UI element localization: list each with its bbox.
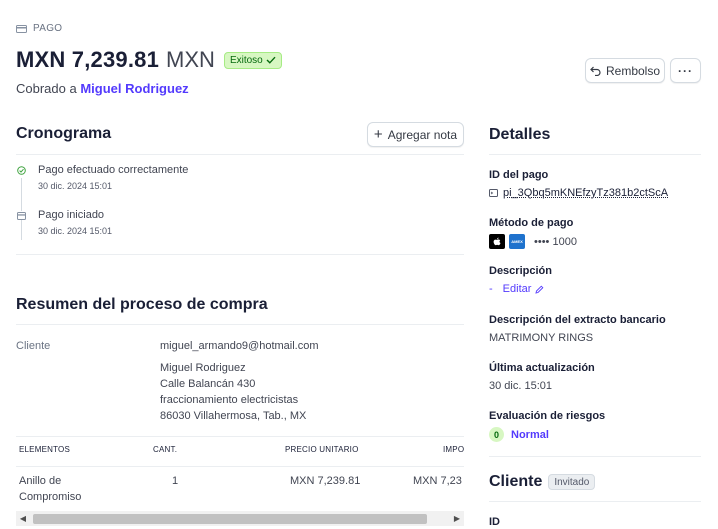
customer-section-title: Cliente <box>489 473 543 490</box>
amount-row: MXN 7,239.81 MXN Exitoso <box>16 47 282 73</box>
check-circle-icon <box>17 166 26 175</box>
customer-link[interactable]: Miguel Rodriguez <box>80 81 188 96</box>
edit-description-link[interactable]: Editar <box>503 283 532 295</box>
customer-divider <box>489 501 701 502</box>
table-top-divider <box>16 436 464 437</box>
timeline-event-time: 30 dic. 2024 15:01 <box>38 226 113 236</box>
timeline-event-title: Pago iniciado <box>38 209 105 221</box>
copy-id-icon[interactable] <box>489 189 498 197</box>
item-amount: MXN 7,23 <box>413 475 462 487</box>
timeline-title: Cronograma <box>16 125 112 142</box>
details-title: Detalles <box>489 126 551 143</box>
customer-header: Cliente Invitado <box>489 473 596 491</box>
customer-email: miguel_armando9@hotmail.com <box>160 340 319 352</box>
payment-method-label: Método de pago <box>489 217 574 229</box>
description-value: - <box>489 283 493 295</box>
payment-id-label: ID del pago <box>489 169 549 181</box>
payment-currency: MXN <box>166 47 215 72</box>
item-name: Anillo de <box>19 475 62 487</box>
payment-method-row: AMEX •••• 1000 <box>489 234 577 249</box>
payment-icon <box>17 211 26 220</box>
column-header-items: ELEMENTOS <box>19 445 70 454</box>
timeline-event-title: Pago efectuado correctamente <box>38 164 189 176</box>
amex-card-icon: AMEX <box>509 234 525 249</box>
scroll-left-icon[interactable]: ◀ <box>17 512 29 525</box>
apple-pay-icon <box>489 234 505 249</box>
status-badge: Exitoso <box>223 51 282 69</box>
more-actions-button[interactable]: ··· <box>670 58 701 83</box>
charged-prefix: Cobrado a <box>16 81 77 96</box>
object-type-row: PAGO <box>16 23 62 34</box>
statement-descriptor-label: Descripción del extracto bancario <box>489 314 666 326</box>
address-line: Calle Balancán 430 <box>160 378 256 390</box>
item-qty: 1 <box>172 475 179 487</box>
address-line: Miguel Rodriguez <box>160 362 246 374</box>
object-type-label: PAGO <box>33 23 63 34</box>
table-header-divider <box>16 466 464 467</box>
add-note-label: Agregar nota <box>387 127 458 142</box>
payment-icon <box>16 24 27 33</box>
scroll-right-icon[interactable]: ▶ <box>451 512 463 525</box>
checkout-divider <box>16 324 464 325</box>
item-unit-price: MXN 7,239.81 <box>290 475 361 487</box>
address-line: fraccionamiento electricistas <box>160 394 299 406</box>
scrollbar-thumb[interactable] <box>33 514 427 524</box>
risk-evaluation-label: Evaluación de riesgos <box>489 410 606 422</box>
customer-id-label: ID <box>489 516 500 528</box>
customer-section-divider <box>489 456 701 457</box>
refund-label: Rembolso <box>605 63 661 78</box>
guest-badge: Invitado <box>548 474 596 490</box>
payment-id-value[interactable]: pi_3Qbq5mKNEfzyTz381b2ctScA <box>503 187 668 199</box>
section-divider <box>16 254 464 255</box>
timeline-line <box>21 178 22 240</box>
refund-button[interactable]: Rembolso <box>585 58 665 83</box>
card-last4: •••• 1000 <box>534 235 577 248</box>
risk-score-badge: 0 <box>489 427 504 442</box>
checkout-summary-title: Resumen del proceso de compra <box>16 296 268 313</box>
payment-amount: MXN 7,239.81 <box>16 47 160 72</box>
description-label: Descripción <box>489 265 552 277</box>
statement-descriptor-value: MATRIMONY RINGS <box>489 332 594 344</box>
address-line: 86030 Villahermosa, Tab., MX <box>160 410 307 422</box>
status-label: Exitoso <box>229 54 263 66</box>
item-name: Compromiso <box>19 491 82 503</box>
risk-evaluation-row: 0 Normal <box>489 427 549 442</box>
column-header-amount: IMPO <box>443 445 465 454</box>
charged-to: Cobrado a Miguel Rodriguez <box>16 81 189 96</box>
timeline-event-time: 30 dic. 2024 15:01 <box>38 181 113 191</box>
customer-label: Cliente <box>16 340 51 352</box>
details-divider <box>489 154 701 155</box>
last-updated-value: 30 dic. 15:01 <box>489 380 552 392</box>
pencil-icon[interactable] <box>535 285 544 294</box>
last-updated-label: Última actualización <box>489 362 595 374</box>
check-icon <box>266 56 276 64</box>
add-note-button[interactable]: + Agregar nota <box>367 122 464 147</box>
payment-id-row: pi_3Qbq5mKNEfzyTz381b2ctScA <box>489 187 668 199</box>
column-header-qty: CANT. <box>153 445 178 454</box>
undo-icon <box>590 66 601 76</box>
timeline-divider <box>16 154 464 155</box>
plus-icon: + <box>373 125 383 143</box>
risk-level-link[interactable]: Normal <box>511 429 549 441</box>
column-header-unit-price: PRECIO UNITARIO <box>285 445 359 454</box>
description-row: - Editar <box>489 283 544 295</box>
